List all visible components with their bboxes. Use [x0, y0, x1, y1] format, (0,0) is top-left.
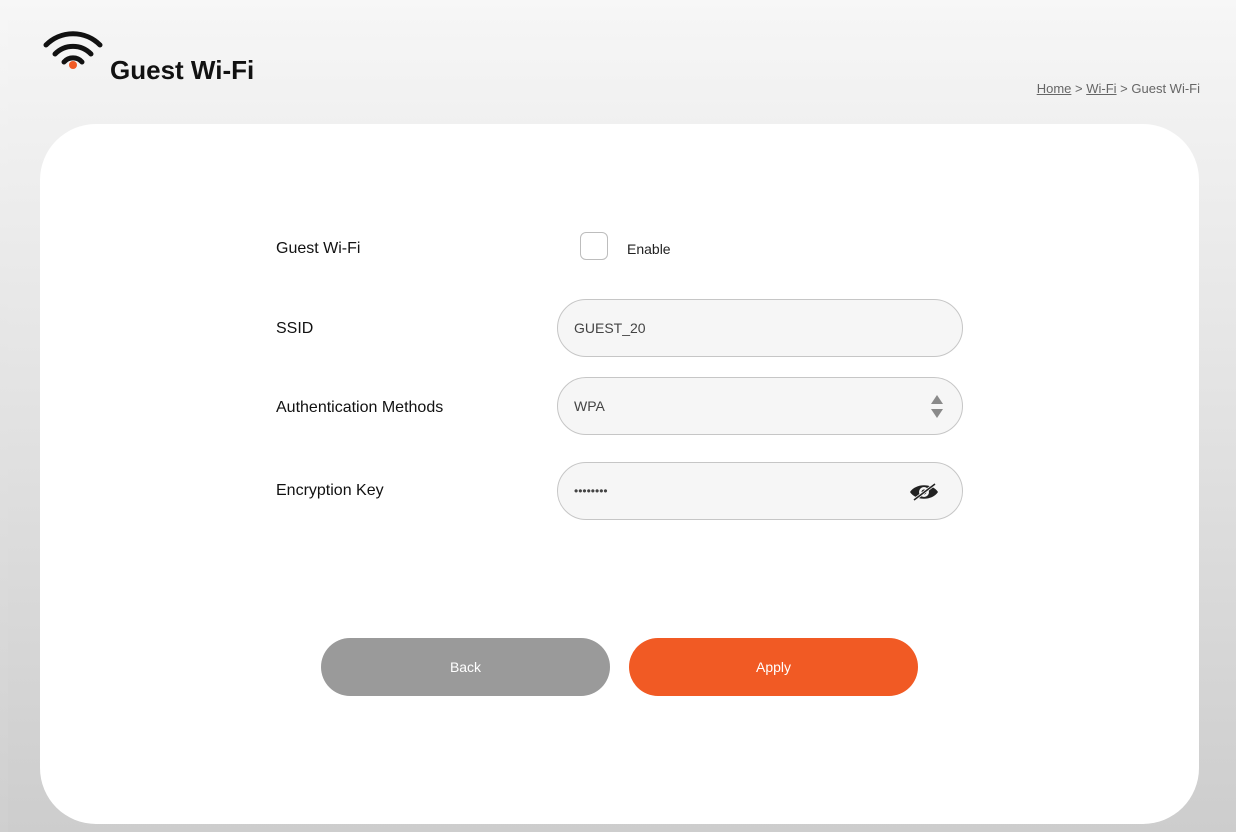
ssid-label: SSID — [276, 320, 314, 337]
settings-card: Guest Wi-Fi Enable SSID Authentication M… — [40, 124, 1199, 824]
guest-wifi-label: Guest Wi-Fi — [276, 240, 361, 257]
encryption-key-value[interactable]: •••••••• — [574, 484, 608, 498]
auth-methods-label: Authentication Methods — [276, 399, 444, 416]
eye-slash-icon[interactable] — [908, 481, 940, 503]
enable-label[interactable]: Enable — [627, 241, 671, 257]
encryption-key-field[interactable]: •••••••• — [557, 462, 963, 520]
encryption-key-label: Encryption Key — [276, 482, 384, 499]
page-title: Guest Wi-Fi — [110, 55, 255, 85]
breadcrumb-separator: > — [1116, 81, 1132, 96]
breadcrumb-separator: > — [1071, 81, 1087, 96]
header: Guest Wi-Fi Home > Wi-Fi > Guest Wi-Fi — [0, 0, 1236, 120]
auth-methods-value: WPA — [574, 398, 605, 414]
enable-checkbox[interactable] — [580, 232, 608, 260]
sort-arrows-icon — [931, 395, 943, 418]
back-button[interactable]: Back — [321, 638, 610, 696]
apply-button[interactable]: Apply — [629, 638, 918, 696]
ssid-input[interactable] — [574, 320, 894, 336]
ssid-field[interactable] — [557, 299, 963, 357]
auth-methods-select[interactable]: WPA — [557, 377, 963, 435]
breadcrumb-current: Guest Wi-Fi — [1131, 81, 1200, 96]
breadcrumb: Home > Wi-Fi > Guest Wi-Fi — [1037, 81, 1200, 96]
breadcrumb-wifi-link[interactable]: Wi-Fi — [1086, 81, 1116, 96]
wifi-icon — [43, 31, 103, 69]
breadcrumb-home-link[interactable]: Home — [1037, 81, 1072, 96]
